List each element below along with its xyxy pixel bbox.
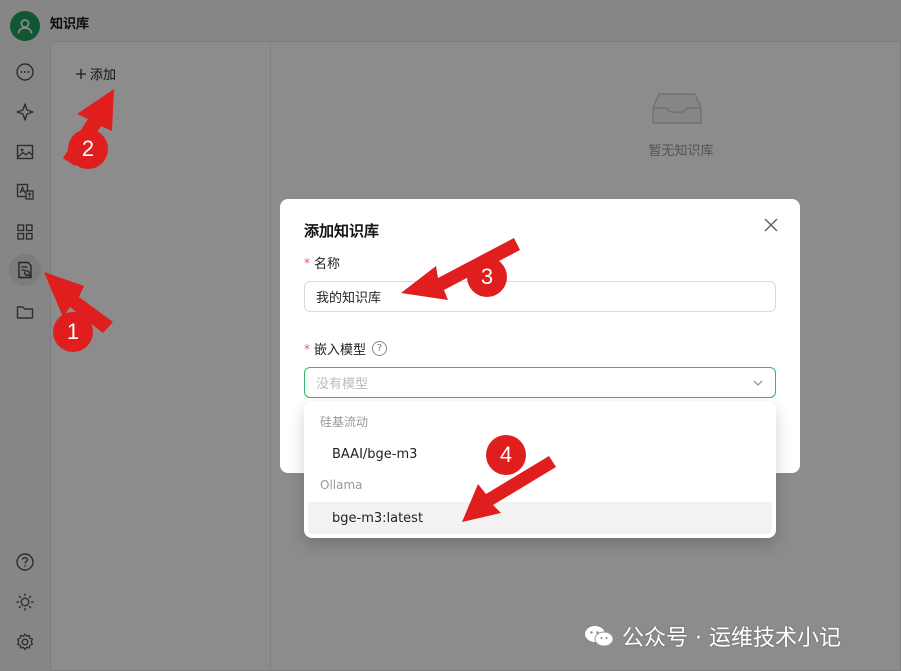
dropdown-option[interactable]: BAAI/bge-m3 xyxy=(308,438,772,470)
question-circle-icon[interactable]: ? xyxy=(372,341,388,356)
option-group-label: 硅基流动 xyxy=(320,415,369,429)
watermark: 公众号 · 运维技术小记 xyxy=(584,620,841,652)
option-group-label: Ollama xyxy=(320,478,363,492)
model-select-placeholder: 没有模型 xyxy=(316,377,369,392)
annotation-badge-1: 1 xyxy=(53,312,93,352)
required-mark: * xyxy=(304,255,310,270)
chevron-down-icon xyxy=(753,380,763,386)
annotation-badge-2: 2 xyxy=(68,129,108,169)
model-dropdown: 硅基流动 BAAI/bge-m3 Ollama bge-m3:latest xyxy=(304,401,776,538)
close-icon xyxy=(764,218,778,232)
watermark-text: 公众号 · 运维技术小记 xyxy=(622,626,841,651)
embedding-model-select[interactable]: 没有模型 xyxy=(304,367,776,398)
dialog-title: 添加知识库 xyxy=(304,222,380,240)
dialog-close-button[interactable] xyxy=(762,216,780,234)
annotation-badge-3: 3 xyxy=(467,257,507,297)
dropdown-option[interactable]: bge-m3:latest xyxy=(308,502,772,534)
name-field-label: * 名称 xyxy=(304,253,341,273)
name-input[interactable] xyxy=(304,281,776,312)
model-field-label: * 嵌入模型 ? xyxy=(304,339,388,358)
annotation-badge-4: 4 xyxy=(486,435,526,475)
wechat-logo-icon xyxy=(585,626,614,647)
required-mark: * xyxy=(304,341,310,356)
name-label-text: 名称 xyxy=(314,257,341,272)
model-label-text: 嵌入模型 xyxy=(314,343,367,358)
